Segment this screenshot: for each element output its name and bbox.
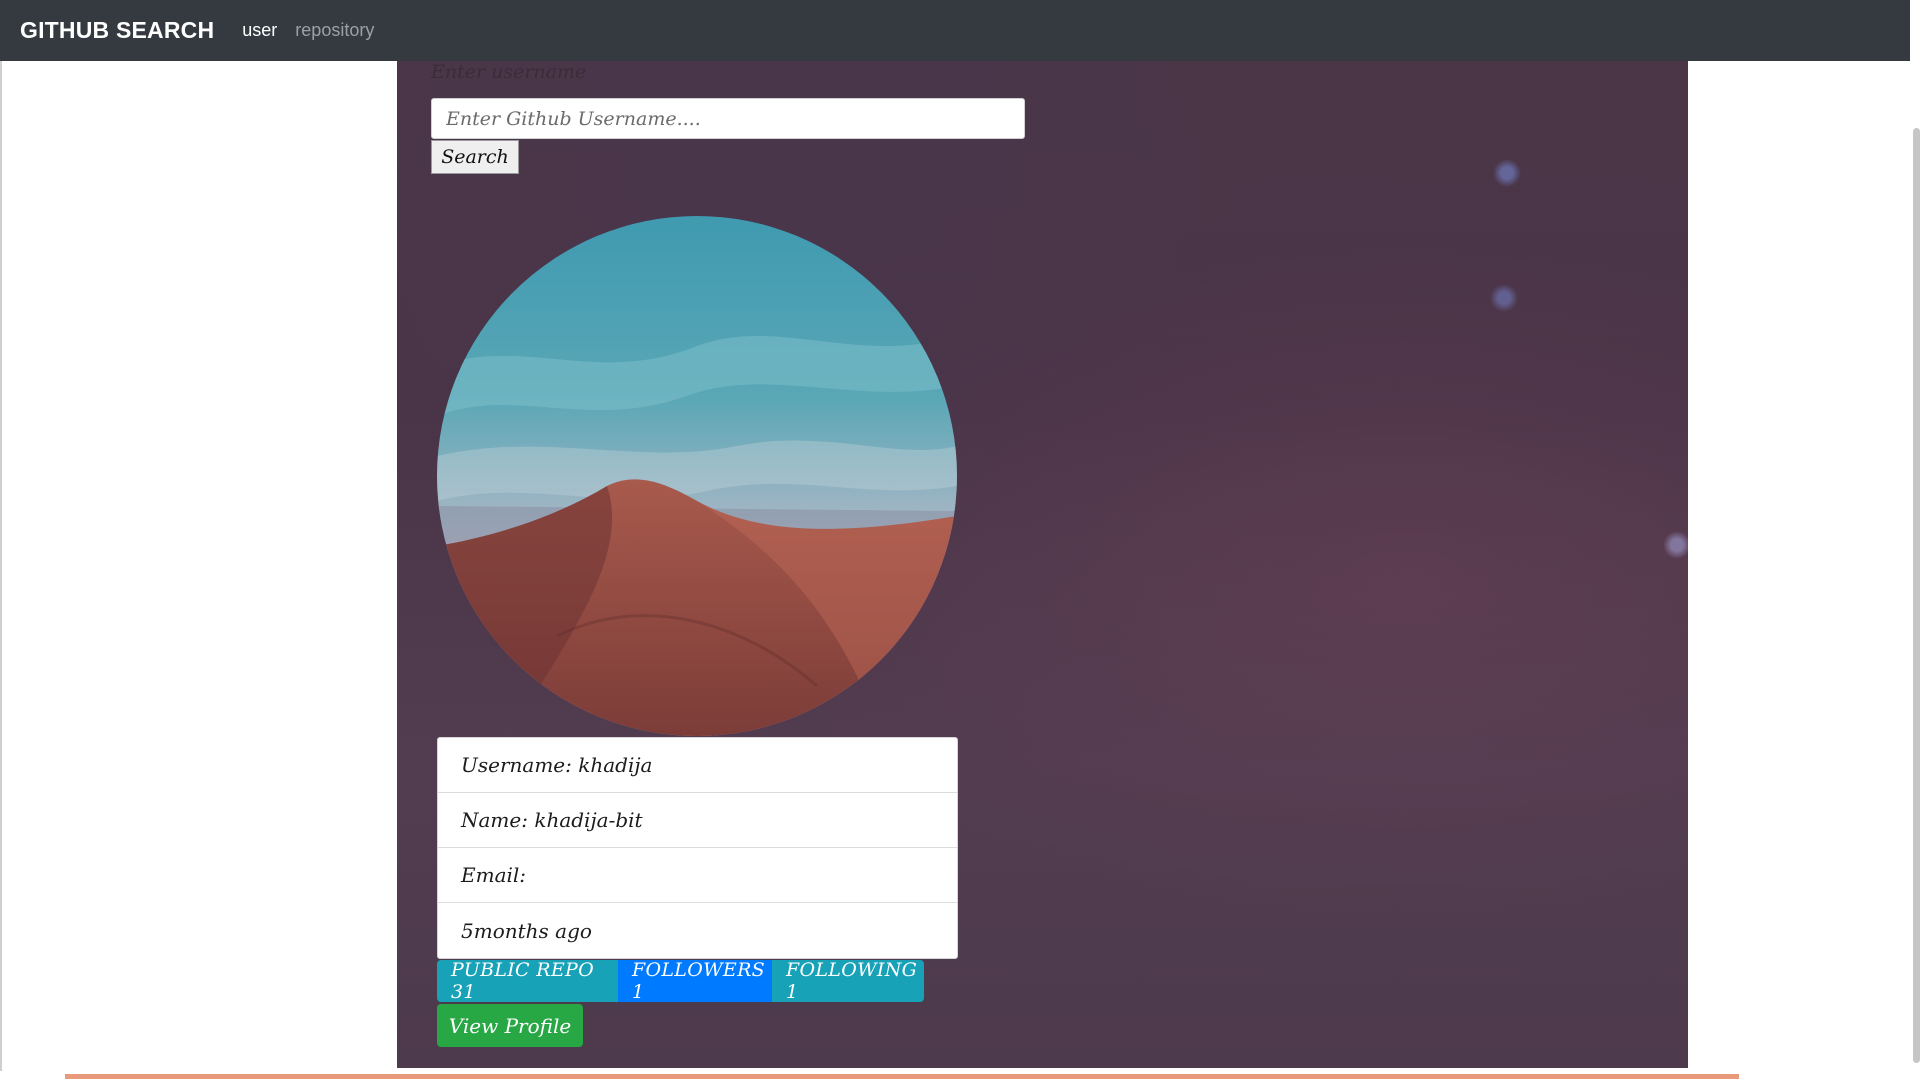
nav-link-user[interactable]: user bbox=[242, 20, 277, 41]
username-search-input[interactable] bbox=[431, 98, 1025, 139]
user-details-list: Username: khadija Name: khadija-bit Emai… bbox=[437, 737, 958, 959]
avatar-image bbox=[437, 216, 957, 736]
search-button[interactable]: Search bbox=[431, 140, 519, 174]
nav-link-repository[interactable]: repository bbox=[295, 20, 374, 41]
avatar bbox=[437, 216, 957, 736]
view-profile-button[interactable]: View Profile bbox=[437, 1004, 583, 1047]
detail-username: Username: khadija bbox=[438, 738, 957, 793]
detail-name: Name: khadija-bit bbox=[438, 793, 957, 848]
detail-email: Email: bbox=[438, 848, 957, 903]
page-left-border bbox=[0, 61, 2, 1071]
top-navbar: GITHUB SEARCH user repository bbox=[0, 0, 1910, 61]
navbar-brand[interactable]: GITHUB SEARCH bbox=[20, 17, 214, 44]
followers-badge: FOLLOWERS 1 bbox=[618, 959, 772, 1003]
public-repos-badge: PUBLIC REPO 31 bbox=[437, 959, 618, 1003]
stats-badges: PUBLIC REPO 31 FOLLOWERS 1 FOLLOWING 1 bbox=[437, 959, 924, 1003]
bottom-progress-bar bbox=[65, 1074, 1739, 1079]
username-label: Enter username bbox=[431, 61, 587, 83]
page-scrollbar[interactable] bbox=[1913, 128, 1920, 1063]
main-content: Enter username Search bbox=[397, 61, 1688, 1068]
detail-created: 5months ago bbox=[461, 918, 592, 943]
following-badge: FOLLOWING 1 bbox=[772, 959, 924, 1003]
